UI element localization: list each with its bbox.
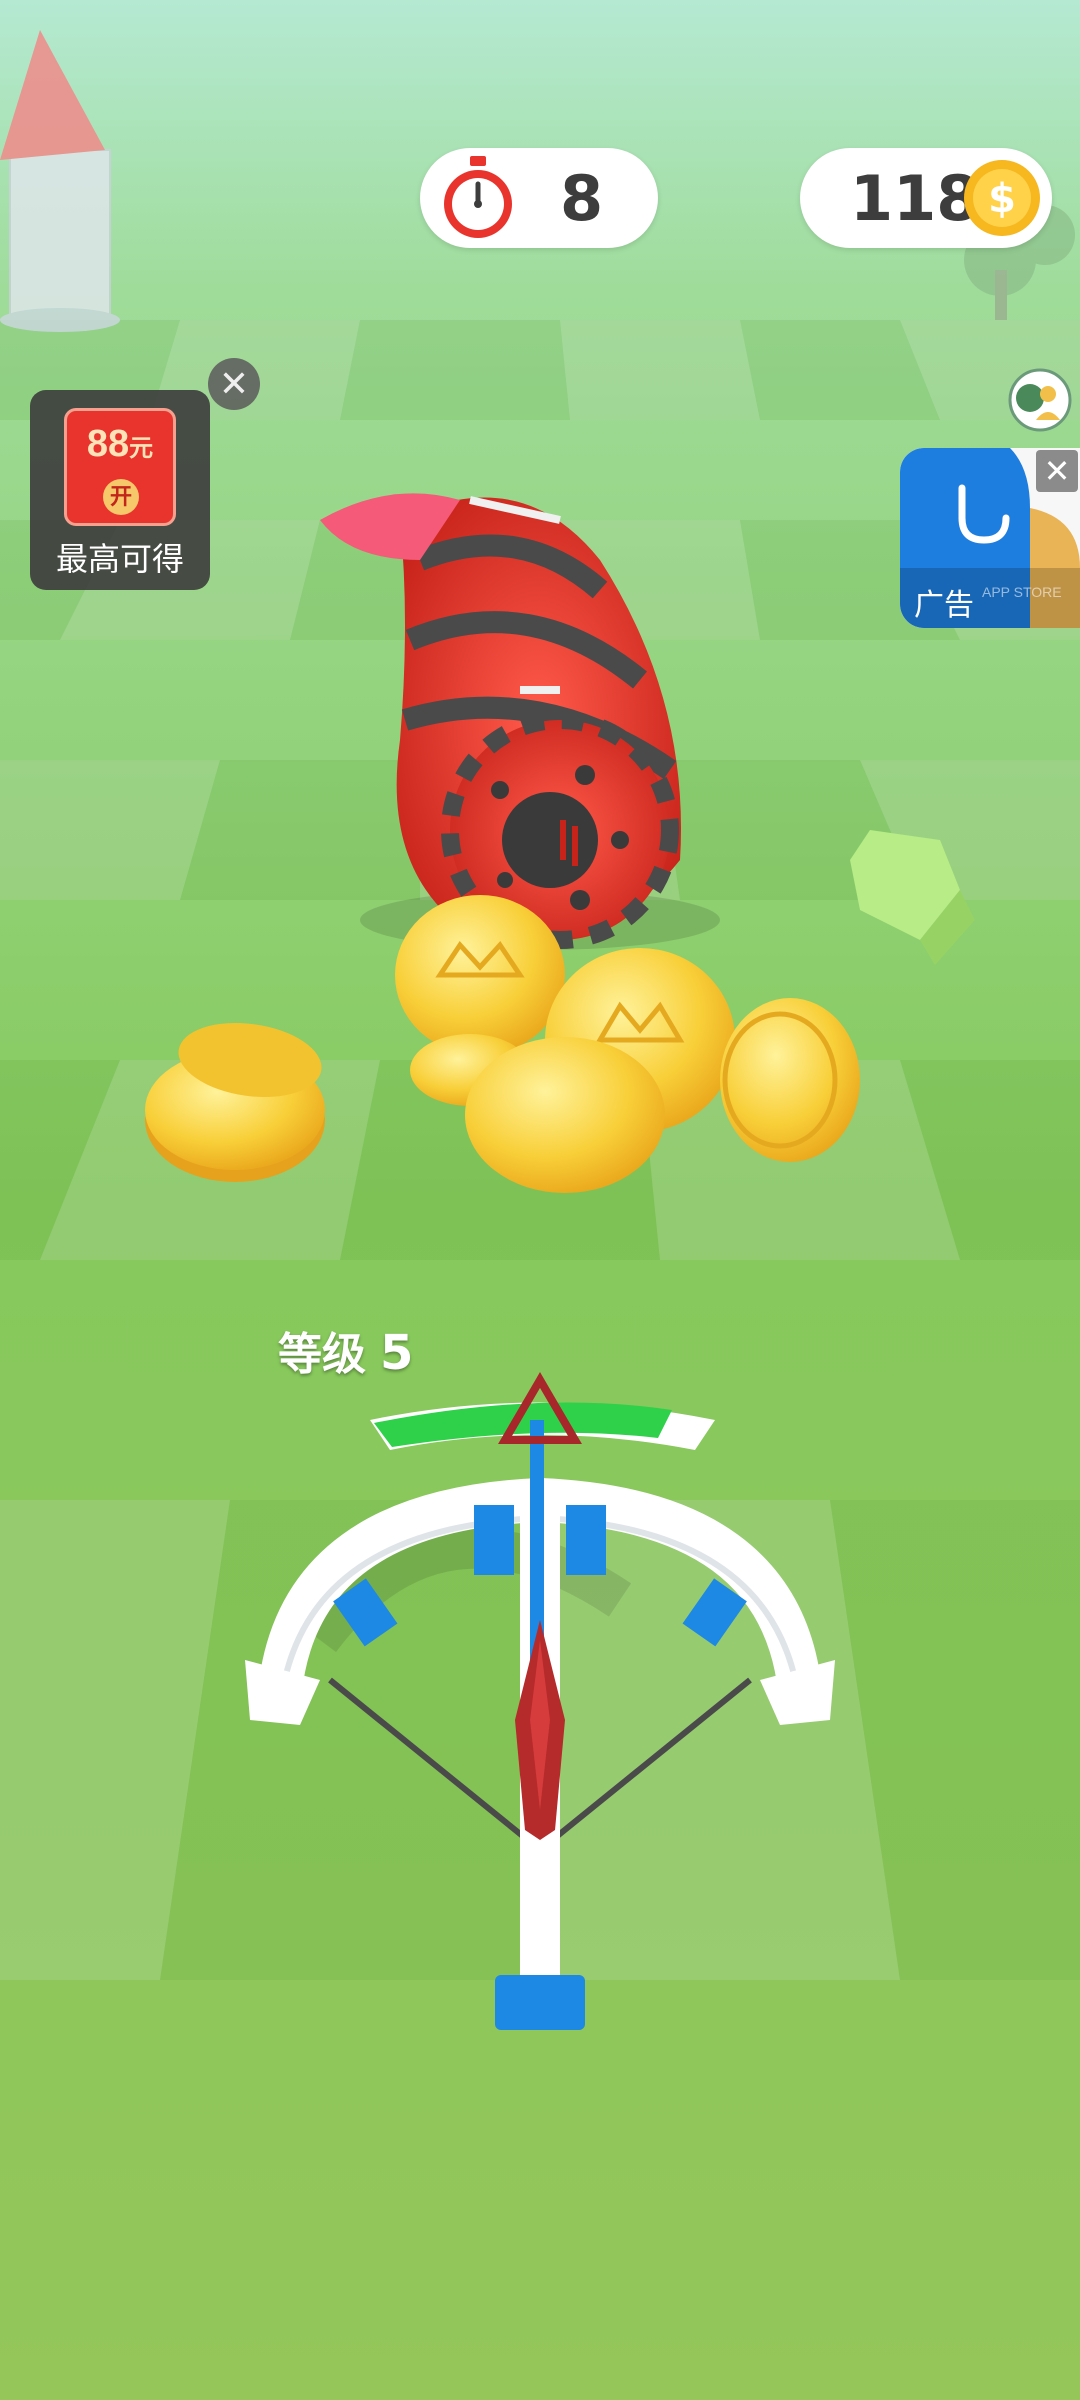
close-icon[interactable]: ✕ — [208, 358, 260, 410]
game-scene[interactable]: 8 118 $ ✕ 88元 开 最高可得 广告 APP STORE ✕ 等级 5 — [0, 0, 1080, 2400]
ad-label: 广告 — [914, 589, 974, 622]
coin-icon: $ — [964, 160, 1040, 236]
stopwatch-icon — [444, 156, 512, 238]
red-packet-caption: 最高可得 — [55, 541, 184, 577]
red-packet-amount-number: 88 — [86, 423, 130, 465]
ad-close-icon[interactable]: ✕ — [1036, 450, 1078, 492]
timer-value: 8 — [560, 162, 604, 235]
svg-text:$: $ — [988, 176, 1016, 222]
red-packet-open-badge: 开 — [103, 479, 139, 515]
red-packet-amount: 88元 — [67, 423, 173, 466]
coin-counter: 118 $ — [800, 148, 1052, 248]
red-packet-widget[interactable]: 88元 开 最高可得 — [30, 390, 210, 590]
level-number: 5 — [380, 1325, 414, 1381]
user-globe-icon[interactable] — [1008, 368, 1072, 432]
game-world — [0, 0, 1080, 2400]
level-label: 等级 — [278, 1329, 366, 1380]
timer-display: 8 — [420, 148, 658, 248]
ad-store-text: APP STORE — [982, 584, 1062, 600]
red-packet-icon: 88元 开 — [64, 408, 176, 526]
level-indicator: 等级 5 — [278, 1318, 413, 1382]
red-packet-unit: 元 — [129, 435, 154, 462]
